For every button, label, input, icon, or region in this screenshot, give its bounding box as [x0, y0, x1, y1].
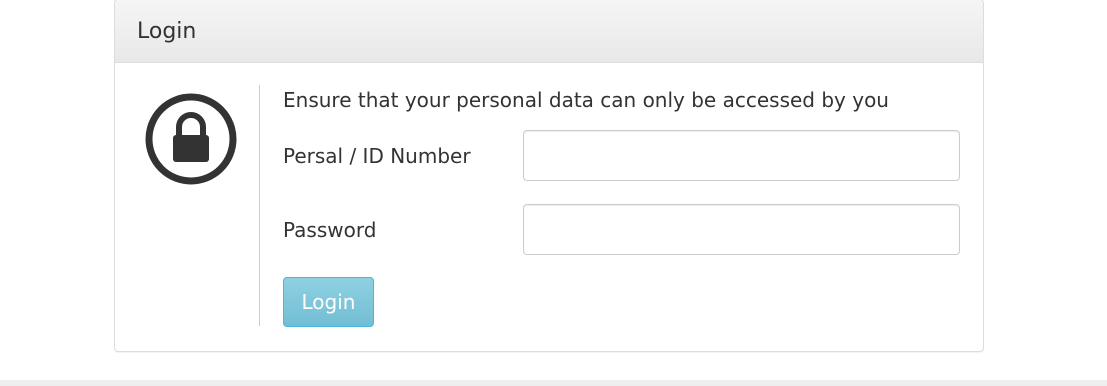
username-label: Persal / ID Number	[283, 144, 471, 168]
password-label: Password	[283, 218, 377, 242]
password-input[interactable]	[523, 204, 960, 255]
panel-title: Login	[137, 18, 197, 44]
footer-strip	[0, 380, 1107, 386]
lock-icon	[143, 91, 239, 187]
login-button[interactable]: Login	[283, 277, 374, 327]
username-input[interactable]	[523, 130, 960, 181]
password-row: Password	[283, 204, 963, 256]
username-row: Persal / ID Number	[283, 130, 963, 182]
intro-text: Ensure that your personal data can only …	[283, 88, 889, 112]
page: Login Ensure that your personal data can…	[0, 0, 1107, 386]
vertical-divider	[259, 85, 260, 326]
login-form: Ensure that your personal data can only …	[283, 86, 963, 327]
login-panel: Login Ensure that your personal data can…	[114, 0, 984, 352]
panel-heading: Login	[115, 0, 983, 63]
